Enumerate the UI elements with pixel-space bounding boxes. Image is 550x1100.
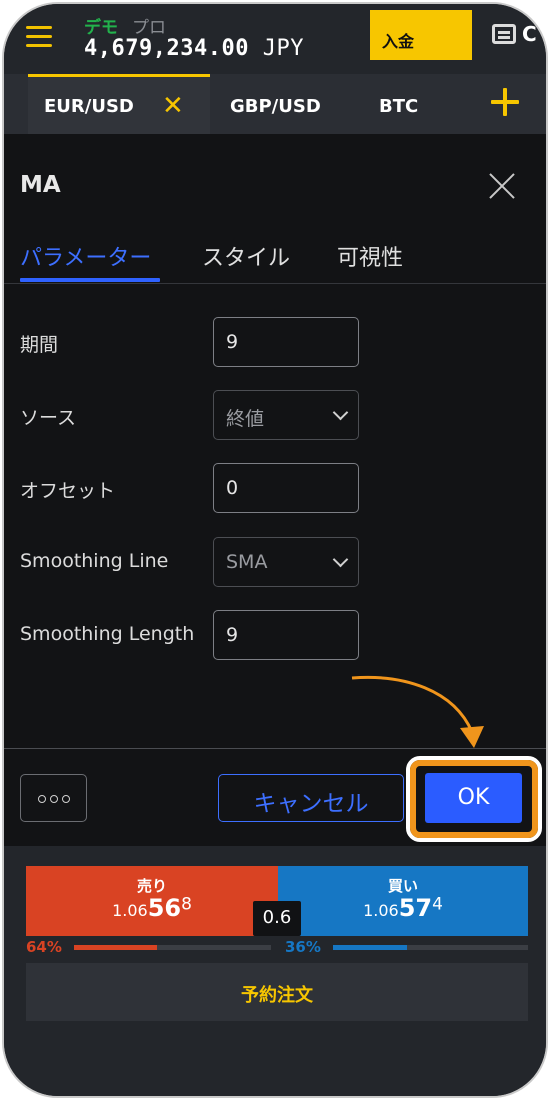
dialog-title: MA — [20, 172, 61, 198]
currency-pair-tabs: EUR/USD ✕ GBP/USD BTC — [4, 74, 546, 134]
offset-input[interactable]: 0 — [213, 463, 359, 513]
buy-button[interactable]: 買い 1.06574 — [278, 866, 528, 936]
menu-icon[interactable] — [26, 26, 52, 48]
offset-value: 0 — [226, 477, 239, 499]
cancel-button[interactable]: キャンセル — [218, 774, 404, 822]
active-tab-indicator — [20, 278, 160, 282]
indicator-settings-dialog: MA パラメーター スタイル 可視性 期間 9 ソース 終値 オフセット 0 S… — [4, 134, 546, 846]
source-label: ソース — [20, 407, 77, 429]
source-select[interactable]: 終値 — [213, 390, 359, 440]
sell-percentage: 64% — [26, 938, 62, 956]
price-main: 56 — [147, 894, 182, 922]
smoothing-length-value: 9 — [226, 624, 239, 646]
chevron-down-icon — [332, 551, 349, 568]
price-prefix: 1.06 — [363, 901, 399, 920]
pro-label[interactable]: プロ — [132, 13, 166, 38]
wallet-icon[interactable] — [492, 24, 516, 44]
smoothing-line-select[interactable]: SMA — [213, 537, 359, 587]
trade-panel: 売り 1.06568 買い 1.06574 0.6 64% 36% 予約注文 — [4, 846, 546, 1096]
demo-label: デモ — [84, 18, 118, 38]
buy-price: 1.06574 — [278, 894, 528, 922]
plus-icon[interactable] — [491, 88, 519, 116]
sell-ratio-bar — [74, 945, 271, 950]
more-options-button[interactable] — [20, 774, 87, 822]
sell-ratio-fill — [74, 945, 158, 950]
sell-button[interactable]: 売り 1.06568 — [26, 866, 278, 936]
smoothing-length-input[interactable]: 9 — [213, 610, 359, 660]
buy-label: 買い — [387, 877, 418, 895]
divider — [4, 283, 546, 284]
close-icon[interactable] — [488, 172, 516, 200]
smoothing-line-value: SMA — [226, 551, 268, 573]
divider — [4, 748, 546, 749]
more-icon — [62, 795, 70, 803]
pair-tab-eurusd[interactable]: EUR/USD ✕ — [28, 74, 210, 134]
close-icon[interactable]: ✕ — [162, 91, 184, 121]
arrow-icon — [351, 675, 484, 748]
tab-style[interactable]: スタイル — [202, 240, 290, 272]
period-input[interactable]: 9 — [213, 317, 359, 367]
price-pip: 8 — [181, 894, 192, 915]
balance-amount: 4,679,234.00 — [84, 36, 249, 61]
pair-tab-label: GBP/USD — [230, 96, 321, 117]
pair-tab-btc[interactable]: BTC — [379, 74, 418, 134]
balance-currency: JPY — [262, 36, 304, 61]
smoothing-length-label: Smoothing Length — [20, 623, 195, 645]
price-prefix: 1.06 — [112, 901, 148, 920]
reserve-order-button[interactable]: 予約注文 — [26, 963, 528, 1021]
period-value: 9 — [226, 331, 239, 353]
tab-parameters[interactable]: パラメーター — [20, 240, 151, 272]
price-main: 57 — [398, 894, 433, 922]
period-label: 期間 — [20, 334, 59, 356]
buy-percentage: 36% — [285, 938, 321, 956]
chevron-down-icon — [332, 404, 349, 421]
sell-price: 1.06568 — [26, 894, 278, 922]
buy-ratio-fill — [333, 945, 408, 950]
phone-frame: デモ プロ 4,679,234.00 JPY 入金 C EUR/USD ✕ GB… — [2, 2, 548, 1098]
account-balance: 4,679,234.00 JPY — [84, 36, 304, 61]
top-bar: デモ プロ 4,679,234.00 JPY 入金 C — [4, 4, 546, 74]
tab-visibility[interactable]: 可視性 — [337, 240, 403, 272]
spread-badge: 0.6 — [253, 901, 301, 936]
pair-tab-gbpusd[interactable]: GBP/USD — [230, 74, 321, 134]
ok-button[interactable]: OK — [425, 773, 522, 823]
smoothing-line-label: Smoothing Line — [20, 550, 169, 572]
source-value: 終値 — [226, 408, 265, 430]
offset-label: オフセット — [20, 480, 116, 502]
price-pip: 4 — [432, 894, 443, 915]
deposit-button[interactable]: 入金 — [370, 10, 472, 60]
pair-tab-label: BTC — [379, 96, 419, 117]
pair-tab-label: EUR/USD — [44, 96, 134, 117]
more-icon — [38, 795, 46, 803]
buy-ratio-bar — [333, 945, 528, 950]
sell-label: 売り — [136, 877, 167, 895]
wallet-label: C — [522, 22, 537, 46]
more-icon — [50, 795, 58, 803]
